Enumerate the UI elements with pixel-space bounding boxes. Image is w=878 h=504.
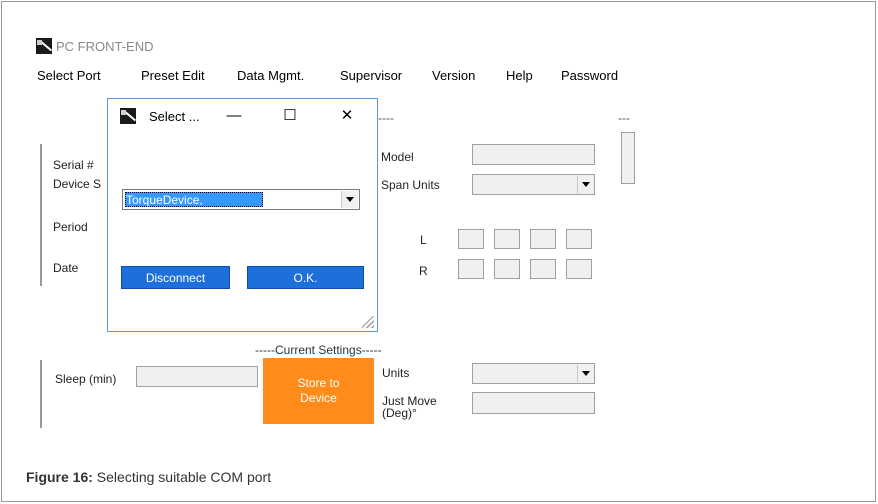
menu-preset-edit[interactable]: Preset Edit <box>141 68 205 83</box>
model-label: Model <box>381 150 414 164</box>
chevron-down-icon[interactable] <box>577 176 593 193</box>
disconnect-label: Disconnect <box>145 270 206 285</box>
port-select[interactable]: TorqueDevice, <box>122 189 360 210</box>
r-box-3[interactable] <box>530 259 556 279</box>
port-select-value: TorqueDevice, <box>126 193 203 207</box>
app-title: PC FRONT-END <box>56 39 154 54</box>
group-header-dashes-right: --- <box>618 111 630 125</box>
date-label: Date <box>53 261 79 275</box>
minimize-icon[interactable]: — <box>224 105 244 125</box>
just-move-label: Just Move (Deg)° <box>382 394 437 420</box>
close-icon[interactable]: ✕ <box>337 105 357 125</box>
dialog-app-icon <box>120 108 136 124</box>
figure-number: Figure 16: <box>26 469 93 485</box>
l-label: L <box>420 233 427 247</box>
r-box-4[interactable] <box>566 259 592 279</box>
l-box-4[interactable] <box>566 229 592 249</box>
menu-data-mgmt[interactable]: Data Mgmt. <box>237 68 304 83</box>
period-label: Period <box>53 220 88 234</box>
sleep-label: Sleep (min) <box>55 372 117 386</box>
store-to-device-label: Store to Device <box>297 376 340 405</box>
r-box-1[interactable] <box>458 259 484 279</box>
figure-caption: Figure 16: Selecting suitable COM port <box>26 469 271 485</box>
settings-divider-left <box>40 360 42 428</box>
r-box-2[interactable] <box>494 259 520 279</box>
device-label: Device S <box>53 177 102 191</box>
chevron-down-icon[interactable] <box>341 191 358 208</box>
model-field[interactable] <box>472 144 595 165</box>
just-move-input[interactable] <box>472 392 595 414</box>
l-box-1[interactable] <box>458 229 484 249</box>
l-box-2[interactable] <box>494 229 520 249</box>
units-label: Units <box>382 366 410 380</box>
sleep-input[interactable] <box>136 366 258 387</box>
app-logo-icon <box>36 38 52 54</box>
maximize-icon[interactable]: ☐ <box>280 105 300 125</box>
resize-grip-icon[interactable] <box>362 316 374 328</box>
store-to-device-button[interactable]: Store to Device <box>263 358 374 424</box>
group-divider-left <box>40 144 42 286</box>
serial-label: Serial # <box>53 158 94 172</box>
chevron-down-icon[interactable] <box>577 365 593 382</box>
ok-label: O.K. <box>293 270 318 285</box>
span-units-select[interactable] <box>472 174 595 195</box>
current-settings-header: -----Current Settings----- <box>255 343 382 357</box>
menu-password[interactable]: Password <box>561 68 618 83</box>
select-port-dialog: Select ... — ☐ ✕ TorqueDevice, Disconnec… <box>107 98 378 332</box>
r-label: R <box>419 264 428 278</box>
ok-button[interactable]: O.K. <box>247 266 364 289</box>
right-panel-edge <box>621 132 635 184</box>
menu-select-port[interactable]: Select Port <box>37 68 101 83</box>
disconnect-button[interactable]: Disconnect <box>121 266 230 289</box>
l-box-3[interactable] <box>530 229 556 249</box>
figure-caption-text: Selecting suitable COM port <box>96 469 272 485</box>
units-select[interactable] <box>472 363 595 384</box>
span-units-label: Span Units <box>381 178 440 192</box>
menu-version[interactable]: Version <box>432 68 475 83</box>
menu-help[interactable]: Help <box>506 68 533 83</box>
dialog-title: Select ... <box>149 109 200 124</box>
menu-supervisor[interactable]: Supervisor <box>340 68 402 83</box>
